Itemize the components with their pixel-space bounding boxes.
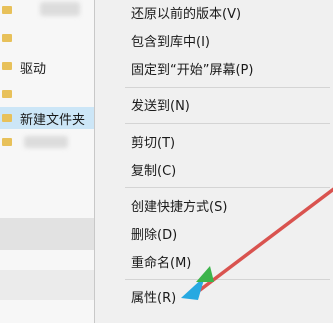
context-menu: 还原以前的版本(V) 包含到库中(I) 固定到“开始”屏幕(P) 发送到(N) … xyxy=(94,0,333,323)
explorer-item-label: 驱动 xyxy=(20,62,47,77)
menu-item-send-to[interactable]: 发送到(N) xyxy=(95,93,333,115)
menu-item-create-shortcut[interactable]: 创建快捷方式(S) xyxy=(95,194,333,216)
blurred-region xyxy=(0,218,100,250)
folder-icon xyxy=(2,34,12,42)
menu-item-label: 还原以前的版本(V) xyxy=(131,7,242,22)
explorer-item-drive[interactable]: 驱动 xyxy=(0,56,100,77)
blurred-text xyxy=(40,2,80,16)
menu-item-pin-to-start[interactable]: 固定到“开始”屏幕(P) xyxy=(95,57,333,79)
menu-item-label: 包含到库中(I) xyxy=(131,35,210,50)
menu-separator xyxy=(125,87,330,88)
menu-item-label: 固定到“开始”屏幕(P) xyxy=(131,63,254,78)
menu-item-label: 删除(D) xyxy=(131,228,178,243)
menu-item-label: 重命名(M) xyxy=(131,256,192,271)
menu-item-properties[interactable]: 属性(R) xyxy=(95,285,333,307)
folder-icon xyxy=(2,138,12,146)
folder-icon xyxy=(2,62,12,70)
menu-item-copy[interactable]: 复制(C) xyxy=(95,158,333,180)
menu-separator xyxy=(125,123,330,124)
folder-icon xyxy=(2,114,12,122)
blurred-text xyxy=(24,136,68,148)
menu-separator xyxy=(125,279,330,280)
menu-separator xyxy=(125,187,330,188)
menu-item-label: 发送到(N) xyxy=(131,99,190,114)
explorer-item-new-folder[interactable]: 新建文件夹 xyxy=(0,107,100,129)
menu-item-label: 创建快捷方式(S) xyxy=(131,200,228,215)
menu-item-cut[interactable]: 剪切(T) xyxy=(95,130,333,152)
menu-item-restore-previous-versions[interactable]: 还原以前的版本(V) xyxy=(95,1,333,23)
menu-item-label: 复制(C) xyxy=(131,164,177,179)
menu-item-rename[interactable]: 重命名(M) xyxy=(95,250,333,272)
folder-icon xyxy=(2,90,12,98)
explorer-pane: 驱动 新建文件夹 xyxy=(0,0,100,323)
menu-item-include-in-library[interactable]: 包含到库中(I) xyxy=(95,29,333,51)
folder-icon xyxy=(2,6,12,14)
menu-item-delete[interactable]: 删除(D) xyxy=(95,222,333,244)
menu-item-label: 剪切(T) xyxy=(131,136,176,151)
menu-item-label: 属性(R) xyxy=(131,291,177,306)
explorer-item-label: 新建文件夹 xyxy=(20,113,86,128)
blurred-region xyxy=(0,270,100,300)
